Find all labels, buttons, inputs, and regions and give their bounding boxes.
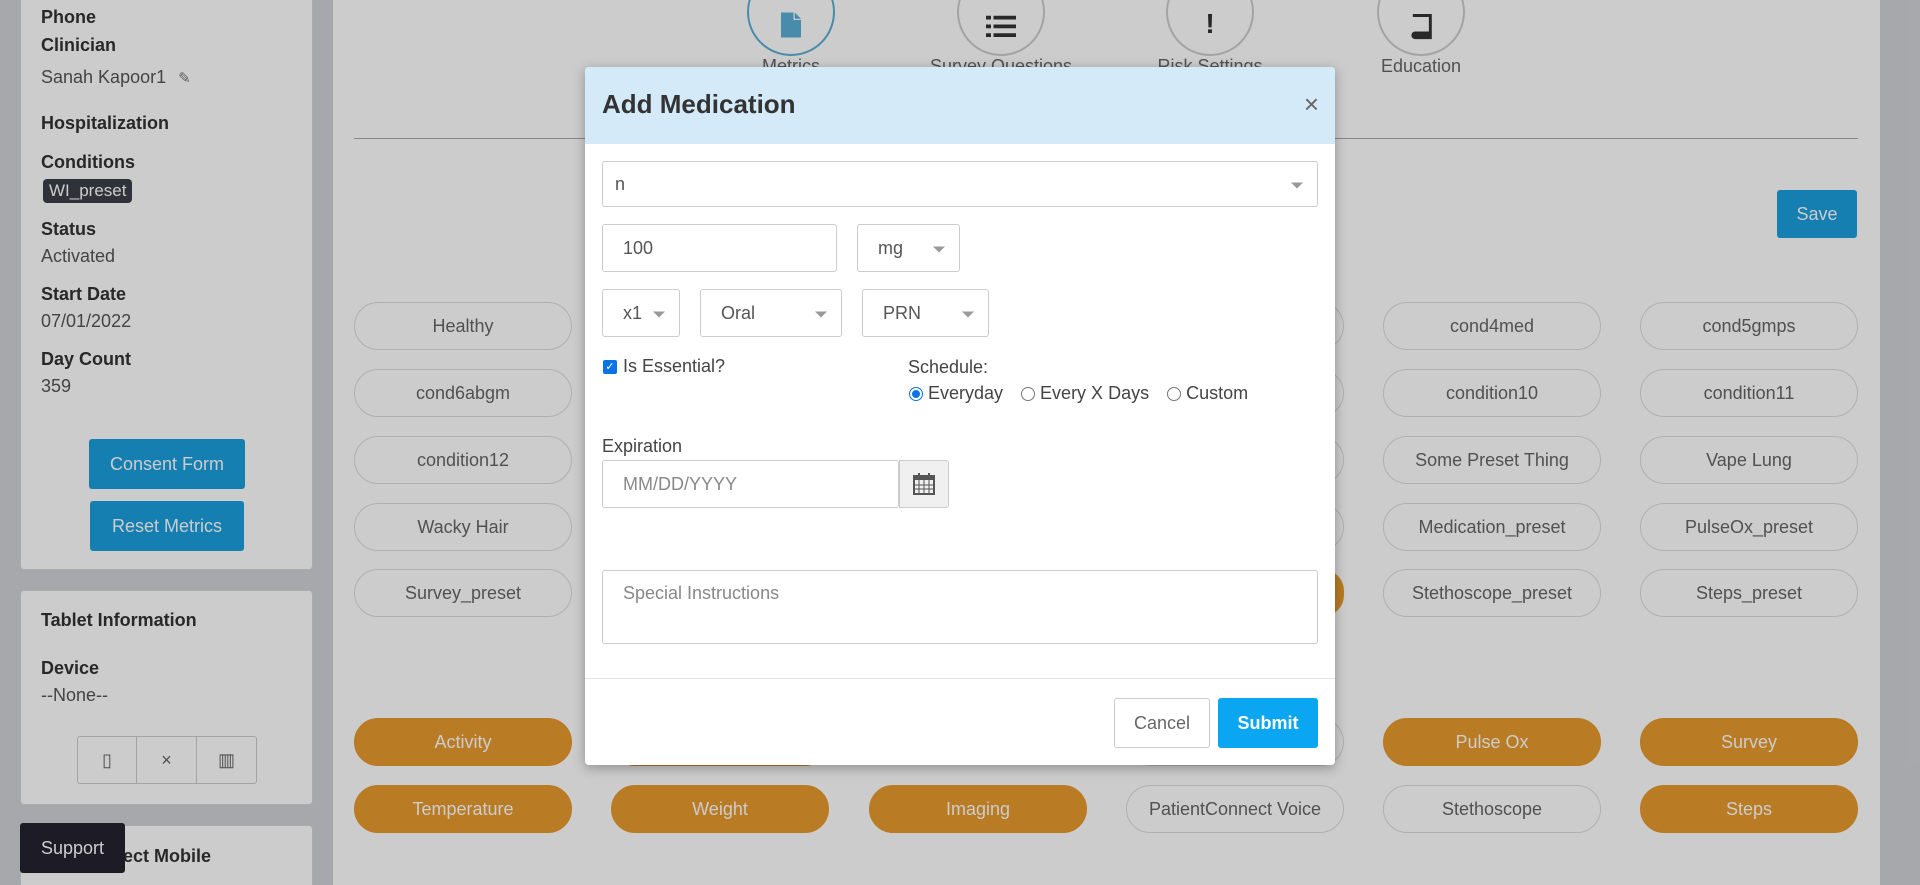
frequency-select[interactable]: x1 [602,289,680,337]
schedule-option-label: Custom [1186,383,1249,403]
medication-select[interactable]: n [602,161,1318,207]
timing-select[interactable]: PRN [862,289,989,337]
schedule-option-everyday[interactable]: Everyday [909,383,1003,404]
schedule-radio-group: Everyday Every X Days Custom [909,383,1266,404]
modal-footer-divider [585,678,1335,679]
schedule-option-custom[interactable]: Custom [1167,383,1248,404]
essential-checkbox-row[interactable]: ✓ Is Essential? [603,356,725,377]
close-icon[interactable]: × [1304,89,1319,120]
route-select[interactable]: Oral [700,289,842,337]
instructions-placeholder: Special Instructions [623,583,780,603]
expiration-placeholder: MM/DD/YYYY [623,473,738,494]
expiration-date-input[interactable]: MM/DD/YYYY [602,460,899,508]
chevron-down-icon [1291,182,1303,189]
add-medication-modal: Add Medication × n 100 mg x1 Oral PRN ✓ … [585,67,1335,765]
timing-select-value: PRN [883,302,922,323]
unit-select-value: mg [878,237,904,258]
schedule-option-label: Everyday [928,383,1004,403]
medication-select-value: n [615,173,626,194]
special-instructions-textarea[interactable]: Special Instructions [602,570,1318,644]
radio-unselected[interactable] [1167,386,1182,401]
calendar-glyph [913,473,935,495]
submit-button[interactable]: Submit [1218,698,1318,748]
cancel-button[interactable]: Cancel [1114,698,1210,748]
chevron-down-icon [962,311,974,318]
chevron-down-icon [933,246,945,253]
radio-selected[interactable] [909,386,923,401]
schedule-option-every-x-days[interactable]: Every X Days [1021,383,1149,404]
route-select-value: Oral [721,302,756,323]
expiration-label: Expiration [602,436,683,456]
frequency-select-value: x1 [623,302,643,323]
radio-unselected[interactable] [1021,386,1036,401]
unit-select[interactable]: mg [857,224,960,272]
schedule-label: Schedule: [908,357,989,377]
calendar-icon[interactable] [899,460,949,508]
dose-input-value: 100 [623,237,654,258]
dose-input[interactable]: 100 [602,224,837,272]
essential-checkbox[interactable]: ✓ [603,359,617,374]
essential-label: Is Essential? [623,356,726,376]
modal-title: Add Medication [602,89,796,119]
schedule-option-label: Every X Days [1040,383,1150,403]
chevron-down-icon [815,311,827,318]
chevron-down-icon [653,311,665,318]
modal-header: Add Medication × [585,67,1335,144]
